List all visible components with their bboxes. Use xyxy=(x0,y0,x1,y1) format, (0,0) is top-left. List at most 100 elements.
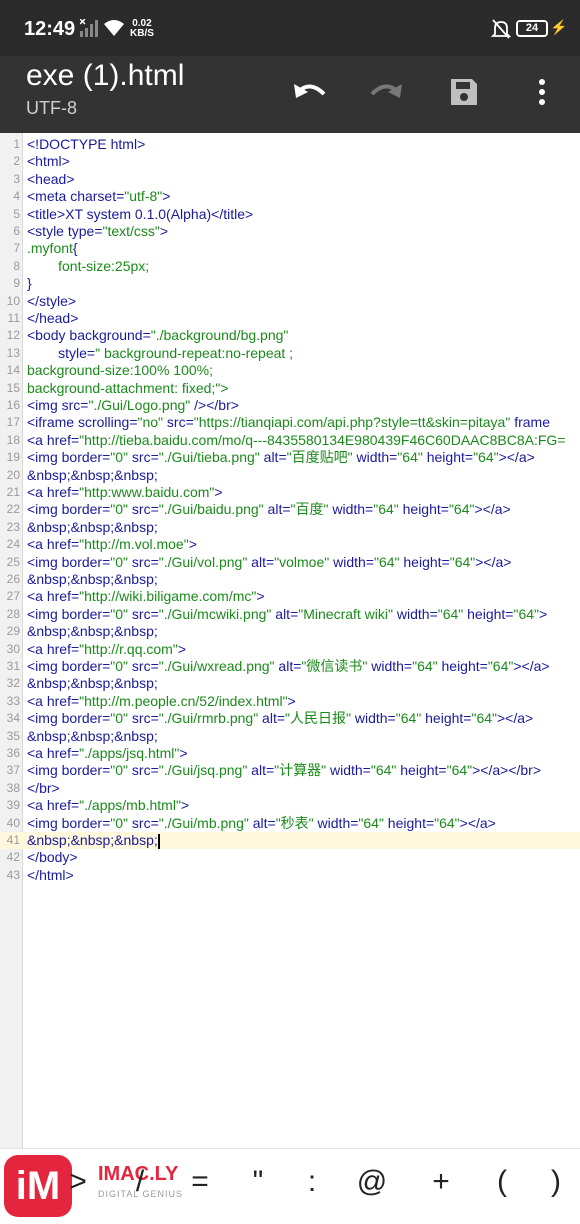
code-line[interactable]: 35 &nbsp;&nbsp;&nbsp; xyxy=(0,728,580,745)
code-text[interactable]: <img src="./Gui/Logo.png" /></br> xyxy=(27,397,239,414)
code-text[interactable]: <html> xyxy=(27,153,70,170)
code-text[interactable]: <img border="0" src="./Gui/mcwiki.png" a… xyxy=(27,606,547,623)
code-line[interactable]: 23 &nbsp;&nbsp;&nbsp; xyxy=(0,519,580,536)
code-line[interactable]: 20 &nbsp;&nbsp;&nbsp; xyxy=(0,467,580,484)
code-text[interactable]: .myfont{ xyxy=(27,240,78,257)
code-line[interactable]: 28 <img border="0" src="./Gui/mcwiki.png"… xyxy=(0,606,580,623)
save-button[interactable] xyxy=(442,70,486,114)
code-text[interactable]: background-attachment: fixed;"> xyxy=(27,380,229,397)
code-text[interactable]: <a href="./apps/jsq.html"> xyxy=(27,745,188,762)
code-line[interactable]: 27 <a href="http://wiki.biligame.com/mc"> xyxy=(0,588,580,605)
code-line[interactable]: 3 <head> xyxy=(0,171,580,188)
code-line[interactable]: 26 &nbsp;&nbsp;&nbsp; xyxy=(0,571,580,588)
code-text[interactable]: <img border="0" src="./Gui/wxread.png" a… xyxy=(27,658,550,675)
code-line[interactable]: 15 background-attachment: fixed;"> xyxy=(0,380,580,397)
code-text[interactable]: </head> xyxy=(27,310,78,327)
code-text[interactable]: <meta charset="utf-8"> xyxy=(27,188,170,205)
code-line[interactable]: 43 </html> xyxy=(0,867,580,884)
code-line[interactable]: 24 <a href="http://m.vol.moe"> xyxy=(0,536,580,553)
code-line[interactable]: 5 <title>XT system 0.1.0(Alpha)</title> xyxy=(0,206,580,223)
code-text[interactable]: <img border="0" src="./Gui/baidu.png" al… xyxy=(27,501,511,518)
code-text[interactable]: <a href="http://m.people.cn/52/index.htm… xyxy=(27,693,296,710)
code-line[interactable]: 38 </br> xyxy=(0,780,580,797)
code-line[interactable]: 41 &nbsp;&nbsp;&nbsp; xyxy=(0,832,580,850)
code-line[interactable]: 36 <a href="./apps/jsq.html"> xyxy=(0,745,580,762)
code-text[interactable]: background-size:100% 100%; xyxy=(27,362,213,379)
code-text[interactable]: <a href="http://m.vol.moe"> xyxy=(27,536,197,553)
code-text[interactable]: <a href="http://tieba.baidu.com/mo/q---8… xyxy=(27,432,565,449)
code-text[interactable]: <style type="text/css"> xyxy=(27,223,168,240)
code-text[interactable]: <iframe scrolling="no" src="https://tian… xyxy=(27,414,550,431)
more-options-button[interactable] xyxy=(520,70,564,114)
code-line[interactable]: 30 <a href="http://r.qq.com"> xyxy=(0,641,580,658)
code-text[interactable]: </style> xyxy=(27,293,76,310)
symbol-key[interactable]: = xyxy=(182,1165,218,1199)
code-line[interactable]: 33 <a href="http://m.people.cn/52/index.h… xyxy=(0,693,580,710)
code-text[interactable]: style=" background-repeat:no-repeat ; xyxy=(27,345,293,362)
code-text[interactable]: <title>XT system 0.1.0(Alpha)</title> xyxy=(27,206,253,223)
symbol-key[interactable]: : xyxy=(294,1165,330,1199)
code-text[interactable]: <a href="http:www.baidu.com"> xyxy=(27,484,223,501)
code-text[interactable]: <img border="0" src="./Gui/mb.png" alt="… xyxy=(27,815,496,832)
code-line[interactable]: 11 </head> xyxy=(0,310,580,327)
code-text[interactable]: &nbsp;&nbsp;&nbsp; xyxy=(27,519,158,536)
code-text[interactable]: </html> xyxy=(27,867,74,884)
code-line[interactable]: 32 &nbsp;&nbsp;&nbsp; xyxy=(0,675,580,692)
code-line[interactable]: 9} xyxy=(0,275,580,292)
code-text[interactable]: <img border="0" src="./Gui/vol.png" alt=… xyxy=(27,554,511,571)
symbol-key[interactable]: / xyxy=(122,1165,158,1199)
code-text[interactable]: <img border="0" src="./Gui/rmrb.png" alt… xyxy=(27,710,533,727)
code-line[interactable]: 18 <a href="http://tieba.baidu.com/mo/q--… xyxy=(0,432,580,449)
code-text[interactable]: </br> xyxy=(27,780,60,797)
code-text[interactable]: </body> xyxy=(27,849,78,866)
file-encoding[interactable]: UTF-8 xyxy=(26,98,77,119)
redo-button[interactable] xyxy=(364,70,408,114)
code-line[interactable]: 7 .myfont{ xyxy=(0,240,580,257)
code-line[interactable]: 22 <img border="0" src="./Gui/baidu.png" … xyxy=(0,501,580,518)
code-text[interactable]: &nbsp;&nbsp;&nbsp; xyxy=(27,623,158,640)
code-line[interactable]: 8 font-size:25px; xyxy=(0,258,580,275)
code-editor[interactable]: 1 <!DOCTYPE html> 2 <html> 3 <head> 4 <meta cha… xyxy=(0,133,580,1148)
code-text[interactable]: } xyxy=(27,275,32,292)
symbol-key[interactable]: ( xyxy=(484,1165,520,1199)
code-line[interactable]: 13 style=" background-repeat:no-repeat ; xyxy=(0,345,580,362)
symbol-key[interactable]: > xyxy=(60,1165,96,1199)
code-line[interactable]: 25 <img border="0" src="./Gui/vol.png" al… xyxy=(0,554,580,571)
code-text[interactable]: &nbsp;&nbsp;&nbsp; xyxy=(27,467,158,484)
code-line[interactable]: 4 <meta charset="utf-8"> xyxy=(0,188,580,205)
code-line[interactable]: 12 <body background="./background/bg.png" xyxy=(0,327,580,344)
code-text[interactable]: <img border="0" src="./Gui/jsq.png" alt=… xyxy=(27,762,541,779)
code-line[interactable]: 31 <img border="0" src="./Gui/wxread.png"… xyxy=(0,658,580,675)
code-line[interactable]: 42 </body> xyxy=(0,849,580,866)
symbol-key[interactable]: + xyxy=(423,1165,459,1199)
code-line[interactable]: 1 <!DOCTYPE html> xyxy=(0,136,580,153)
symbol-key[interactable]: @ xyxy=(354,1165,390,1199)
symbol-key[interactable]: " xyxy=(240,1165,276,1199)
code-text[interactable]: &nbsp;&nbsp;&nbsp; xyxy=(27,571,158,588)
code-text[interactable]: font-size:25px; xyxy=(27,258,149,275)
code-text[interactable]: &nbsp;&nbsp;&nbsp; xyxy=(27,728,158,745)
code-line[interactable]: 10 </style> xyxy=(0,293,580,310)
code-line[interactable]: 39 <a href="./apps/mb.html"> xyxy=(0,797,580,814)
code-line[interactable]: 34 <img border="0" src="./Gui/rmrb.png" a… xyxy=(0,710,580,727)
code-text[interactable]: <body background="./background/bg.png" xyxy=(27,327,288,344)
code-line[interactable]: 14 background-size:100% 100%; xyxy=(0,362,580,379)
code-line[interactable]: 40 <img border="0" src="./Gui/mb.png" alt… xyxy=(0,815,580,832)
code-line[interactable]: 17 <iframe scrolling="no" src="https://ti… xyxy=(0,414,580,431)
symbol-key[interactable]: ) xyxy=(538,1165,574,1199)
undo-button[interactable] xyxy=(288,70,332,114)
code-text[interactable]: <img border="0" src="./Gui/tieba.png" al… xyxy=(27,449,535,466)
code-line[interactable]: 19 <img border="0" src="./Gui/tieba.png" … xyxy=(0,449,580,466)
code-text[interactable]: &nbsp;&nbsp;&nbsp; xyxy=(27,675,158,692)
code-line[interactable]: 6 <style type="text/css"> xyxy=(0,223,580,240)
code-text[interactable]: <a href="http://wiki.biligame.com/mc"> xyxy=(27,588,265,605)
code-line[interactable]: 16 <img src="./Gui/Logo.png" /></br> xyxy=(0,397,580,414)
code-text[interactable]: <head> xyxy=(27,171,75,188)
code-text[interactable]: &nbsp;&nbsp;&nbsp; xyxy=(27,832,160,849)
code-text[interactable]: <a href="http://r.qq.com"> xyxy=(27,641,186,658)
code-line[interactable]: 21 <a href="http:www.baidu.com"> xyxy=(0,484,580,501)
code-line[interactable]: 2 <html> xyxy=(0,153,580,170)
code-line[interactable]: 29 &nbsp;&nbsp;&nbsp; xyxy=(0,623,580,640)
code-line[interactable]: 37 <img border="0" src="./Gui/jsq.png" al… xyxy=(0,762,580,779)
code-text[interactable]: <!DOCTYPE html> xyxy=(27,136,145,153)
